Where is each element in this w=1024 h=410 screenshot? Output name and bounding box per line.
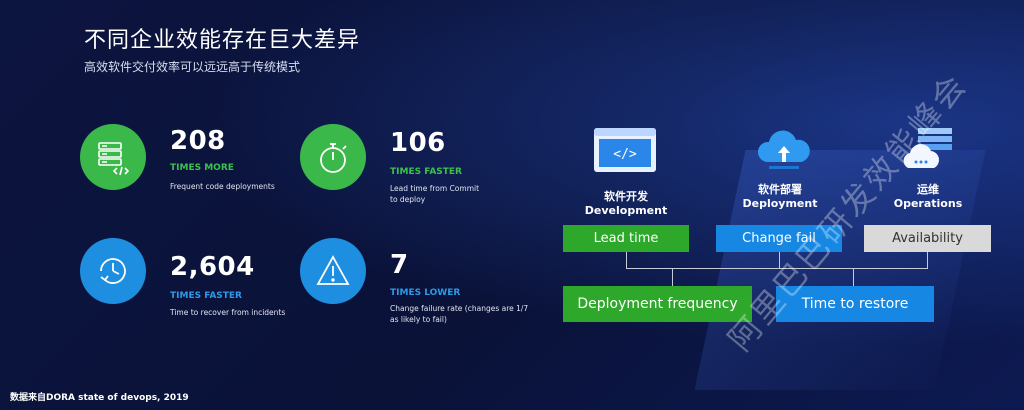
- stat-number: 2,604: [170, 252, 255, 282]
- connector-line: [853, 268, 854, 286]
- stat-tag: TIMES LOWER: [390, 288, 461, 298]
- stage-development: 软件开发 Development: [566, 190, 686, 218]
- clock-refresh-icon: [80, 238, 146, 304]
- connector-line: [672, 268, 673, 286]
- stat-number: 208: [170, 126, 226, 156]
- page-title: 不同企业效能存在巨大差异: [84, 28, 361, 53]
- source-note: 数据来自DORA state of devops, 2019: [10, 393, 189, 403]
- stat-description: Lead time from Commit to deploy: [390, 184, 480, 204]
- code-window-icon: </>: [594, 128, 656, 176]
- metric-deployment-frequency: Deployment frequency: [563, 286, 752, 322]
- connector-line: [927, 252, 928, 268]
- stage-en: Development: [584, 204, 668, 217]
- stat-description: Time to recover from incidents: [170, 308, 286, 317]
- warning-icon: [300, 238, 366, 304]
- stage-en: Operations: [893, 197, 963, 210]
- page-subtitle: 高效软件交付效率可以远远高于传统模式: [84, 60, 301, 74]
- stat-number: 106: [390, 128, 446, 158]
- stat-tag: TIMES MORE: [170, 163, 234, 173]
- svg-text:</>: </>: [613, 147, 637, 162]
- stat-description: Frequent code deployments: [170, 182, 275, 191]
- metric-lead-time: Lead time: [563, 225, 689, 252]
- stat-tag: TIMES FASTER: [170, 291, 242, 301]
- stat-tag: TIMES FASTER: [390, 167, 462, 177]
- cloud-upload-icon: [755, 124, 813, 176]
- stat-number: 7: [390, 250, 409, 280]
- stopwatch-icon: [300, 124, 366, 190]
- stage-zh: 软件部署: [758, 183, 802, 196]
- stage-zh: 软件开发: [604, 190, 648, 203]
- server-code-icon: [80, 124, 146, 190]
- stat-description: Change failure rate (changes are 1/7 as …: [390, 304, 529, 324]
- connector-line: [626, 252, 627, 268]
- metric-availability: Availability: [864, 225, 991, 252]
